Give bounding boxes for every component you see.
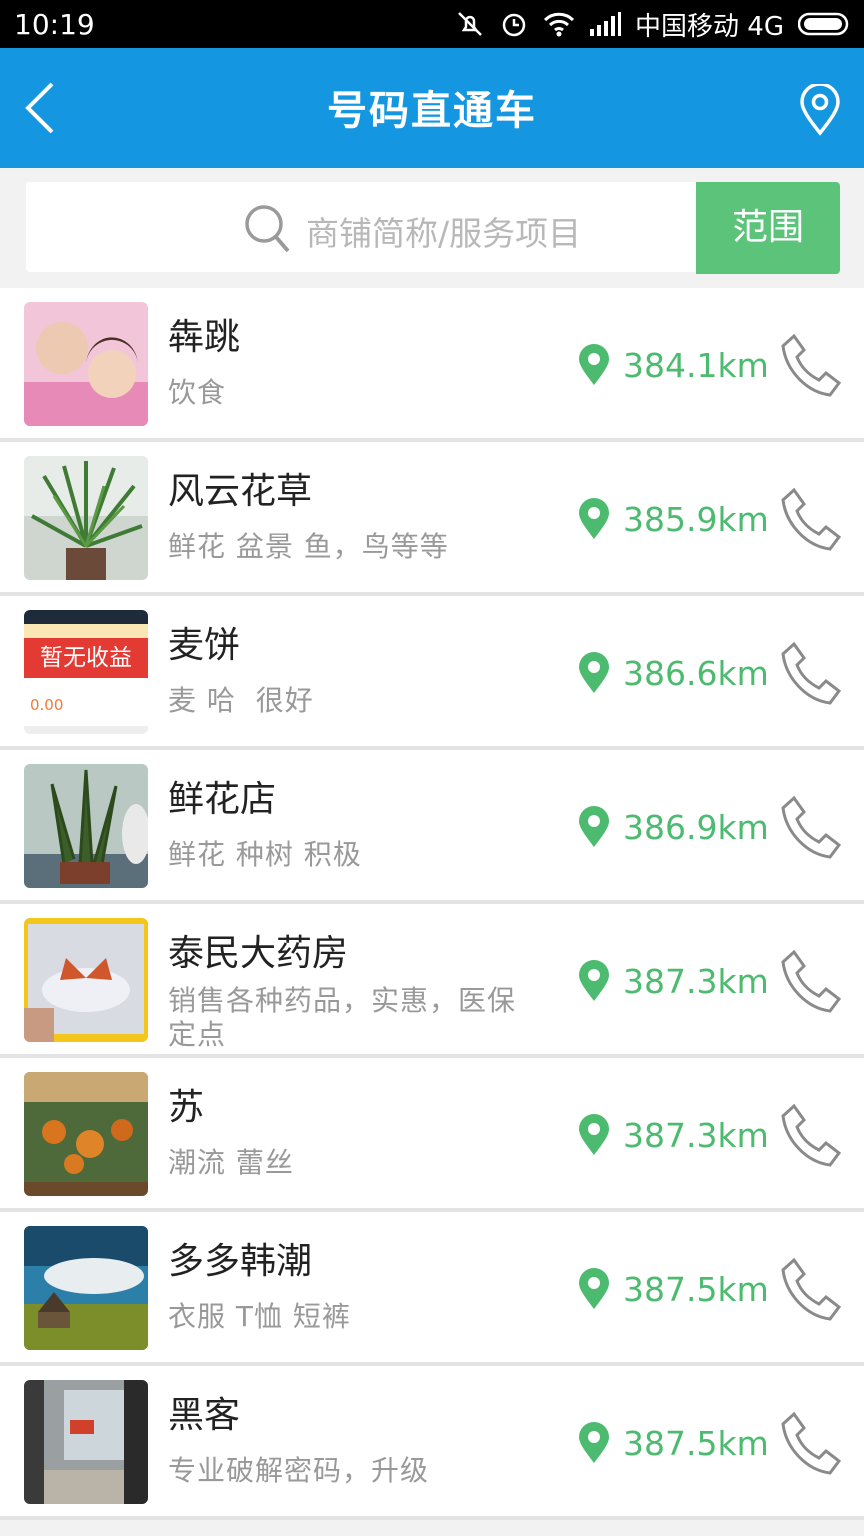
store-thumbnail	[24, 1226, 148, 1350]
location-pin-icon	[579, 806, 609, 847]
store-distance: 387.5km	[623, 1270, 769, 1309]
store-item[interactable]: 鲜花店 鲜花 种树 积极 386.9km	[0, 750, 864, 904]
location-pin-icon	[579, 344, 609, 385]
location-pin-icon	[579, 652, 609, 693]
store-item[interactable]: 苏 潮流 蕾丝 387.3km	[0, 1058, 864, 1212]
search-input[interactable]: 商铺简称/服务项目	[26, 182, 696, 272]
app-bar: 号码直通车	[0, 48, 864, 168]
store-distance: 385.9km	[623, 500, 769, 539]
store-thumbnail	[24, 456, 148, 580]
store-name: 黑客	[168, 1395, 241, 1436]
store-item[interactable]: 风云花草 鲜花 盆景 鱼，鸟等等 385.9km	[0, 442, 864, 596]
location-pin-icon	[579, 1114, 609, 1155]
store-description: 饮食	[168, 376, 227, 409]
store-thumbnail	[24, 302, 148, 426]
location-pin-icon	[579, 498, 609, 539]
phone-icon[interactable]	[780, 332, 842, 398]
search-placeholder: 商铺简称/服务项目	[306, 214, 582, 253]
store-distance: 384.1km	[623, 346, 769, 385]
thumbnail-text: 暂无收益	[24, 638, 148, 678]
store-description: 鲜花 种树 积极	[168, 838, 362, 871]
store-distance: 386.6km	[623, 654, 769, 693]
location-button[interactable]	[798, 82, 842, 136]
store-distance: 387.3km	[623, 962, 769, 1001]
phone-icon[interactable]	[780, 486, 842, 552]
store-name: 多多韩潮	[168, 1241, 313, 1282]
store-distance: 386.9km	[623, 808, 769, 847]
phone-icon[interactable]	[780, 1256, 842, 1322]
store-name: 风云花草	[168, 471, 313, 512]
thumbnail-value: 0.00	[30, 696, 64, 714]
store-description: 麦 哈 很好	[168, 684, 314, 717]
location-pin-icon	[579, 960, 609, 1001]
store-thumbnail	[24, 918, 148, 1042]
search-icon	[245, 205, 290, 253]
store-item[interactable]: 暂无收益 0.00 麦饼 麦 哈 很好 386.6km	[0, 596, 864, 750]
status-bar: 10:19 中国移动 4G	[0, 0, 864, 48]
store-distance: 387.5km	[623, 1424, 769, 1463]
phone-icon[interactable]	[780, 948, 842, 1014]
phone-icon[interactable]	[780, 1410, 842, 1476]
store-thumbnail	[24, 1072, 148, 1196]
mute-icon	[455, 9, 485, 39]
search-bar: 商铺简称/服务项目 范围	[0, 168, 864, 288]
store-description: 衣服 T恤 短裤	[168, 1300, 351, 1333]
range-button[interactable]: 范围	[696, 182, 840, 274]
location-pin-icon	[579, 1268, 609, 1309]
store-item[interactable]: 泰民大药房 销售各种药品，实惠，医保定点 387.3km	[0, 904, 864, 1058]
signal-icon	[589, 11, 622, 37]
phone-icon[interactable]	[780, 640, 842, 706]
phone-icon[interactable]	[780, 1102, 842, 1168]
store-name: 犇跳	[168, 317, 241, 358]
store-item[interactable]: 犇跳 饮食 384.1km	[0, 288, 864, 442]
store-distance: 387.3km	[623, 1116, 769, 1155]
store-item[interactable]: 黑客 专业破解密码，升级 387.5km	[0, 1366, 864, 1520]
wifi-icon	[543, 10, 575, 38]
location-pin-icon	[800, 82, 840, 136]
store-item[interactable]: 多多韩潮 衣服 T恤 短裤 387.5km	[0, 1212, 864, 1366]
status-time: 10:19	[14, 8, 95, 41]
store-description: 潮流 蕾丝	[168, 1146, 294, 1179]
store-name: 麦饼	[168, 625, 241, 666]
store-thumbnail	[24, 764, 148, 888]
location-pin-icon	[579, 1422, 609, 1463]
store-thumbnail: 暂无收益 0.00	[24, 610, 148, 734]
store-description: 销售各种药品，实惠，医保定点	[168, 984, 517, 1051]
page-title: 号码直通车	[327, 88, 537, 134]
store-description: 专业破解密码，升级	[168, 1454, 430, 1487]
store-name: 泰民大药房	[168, 933, 349, 974]
phone-icon[interactable]	[780, 794, 842, 860]
store-name: 苏	[168, 1087, 205, 1128]
store-name: 鲜花店	[168, 779, 277, 820]
store-thumbnail	[24, 1380, 148, 1504]
battery-icon	[798, 11, 852, 37]
carrier-label: 中国移动 4G	[635, 11, 784, 42]
alarm-icon	[499, 9, 529, 39]
store-description: 鲜花 盆景 鱼，鸟等等	[168, 530, 449, 563]
